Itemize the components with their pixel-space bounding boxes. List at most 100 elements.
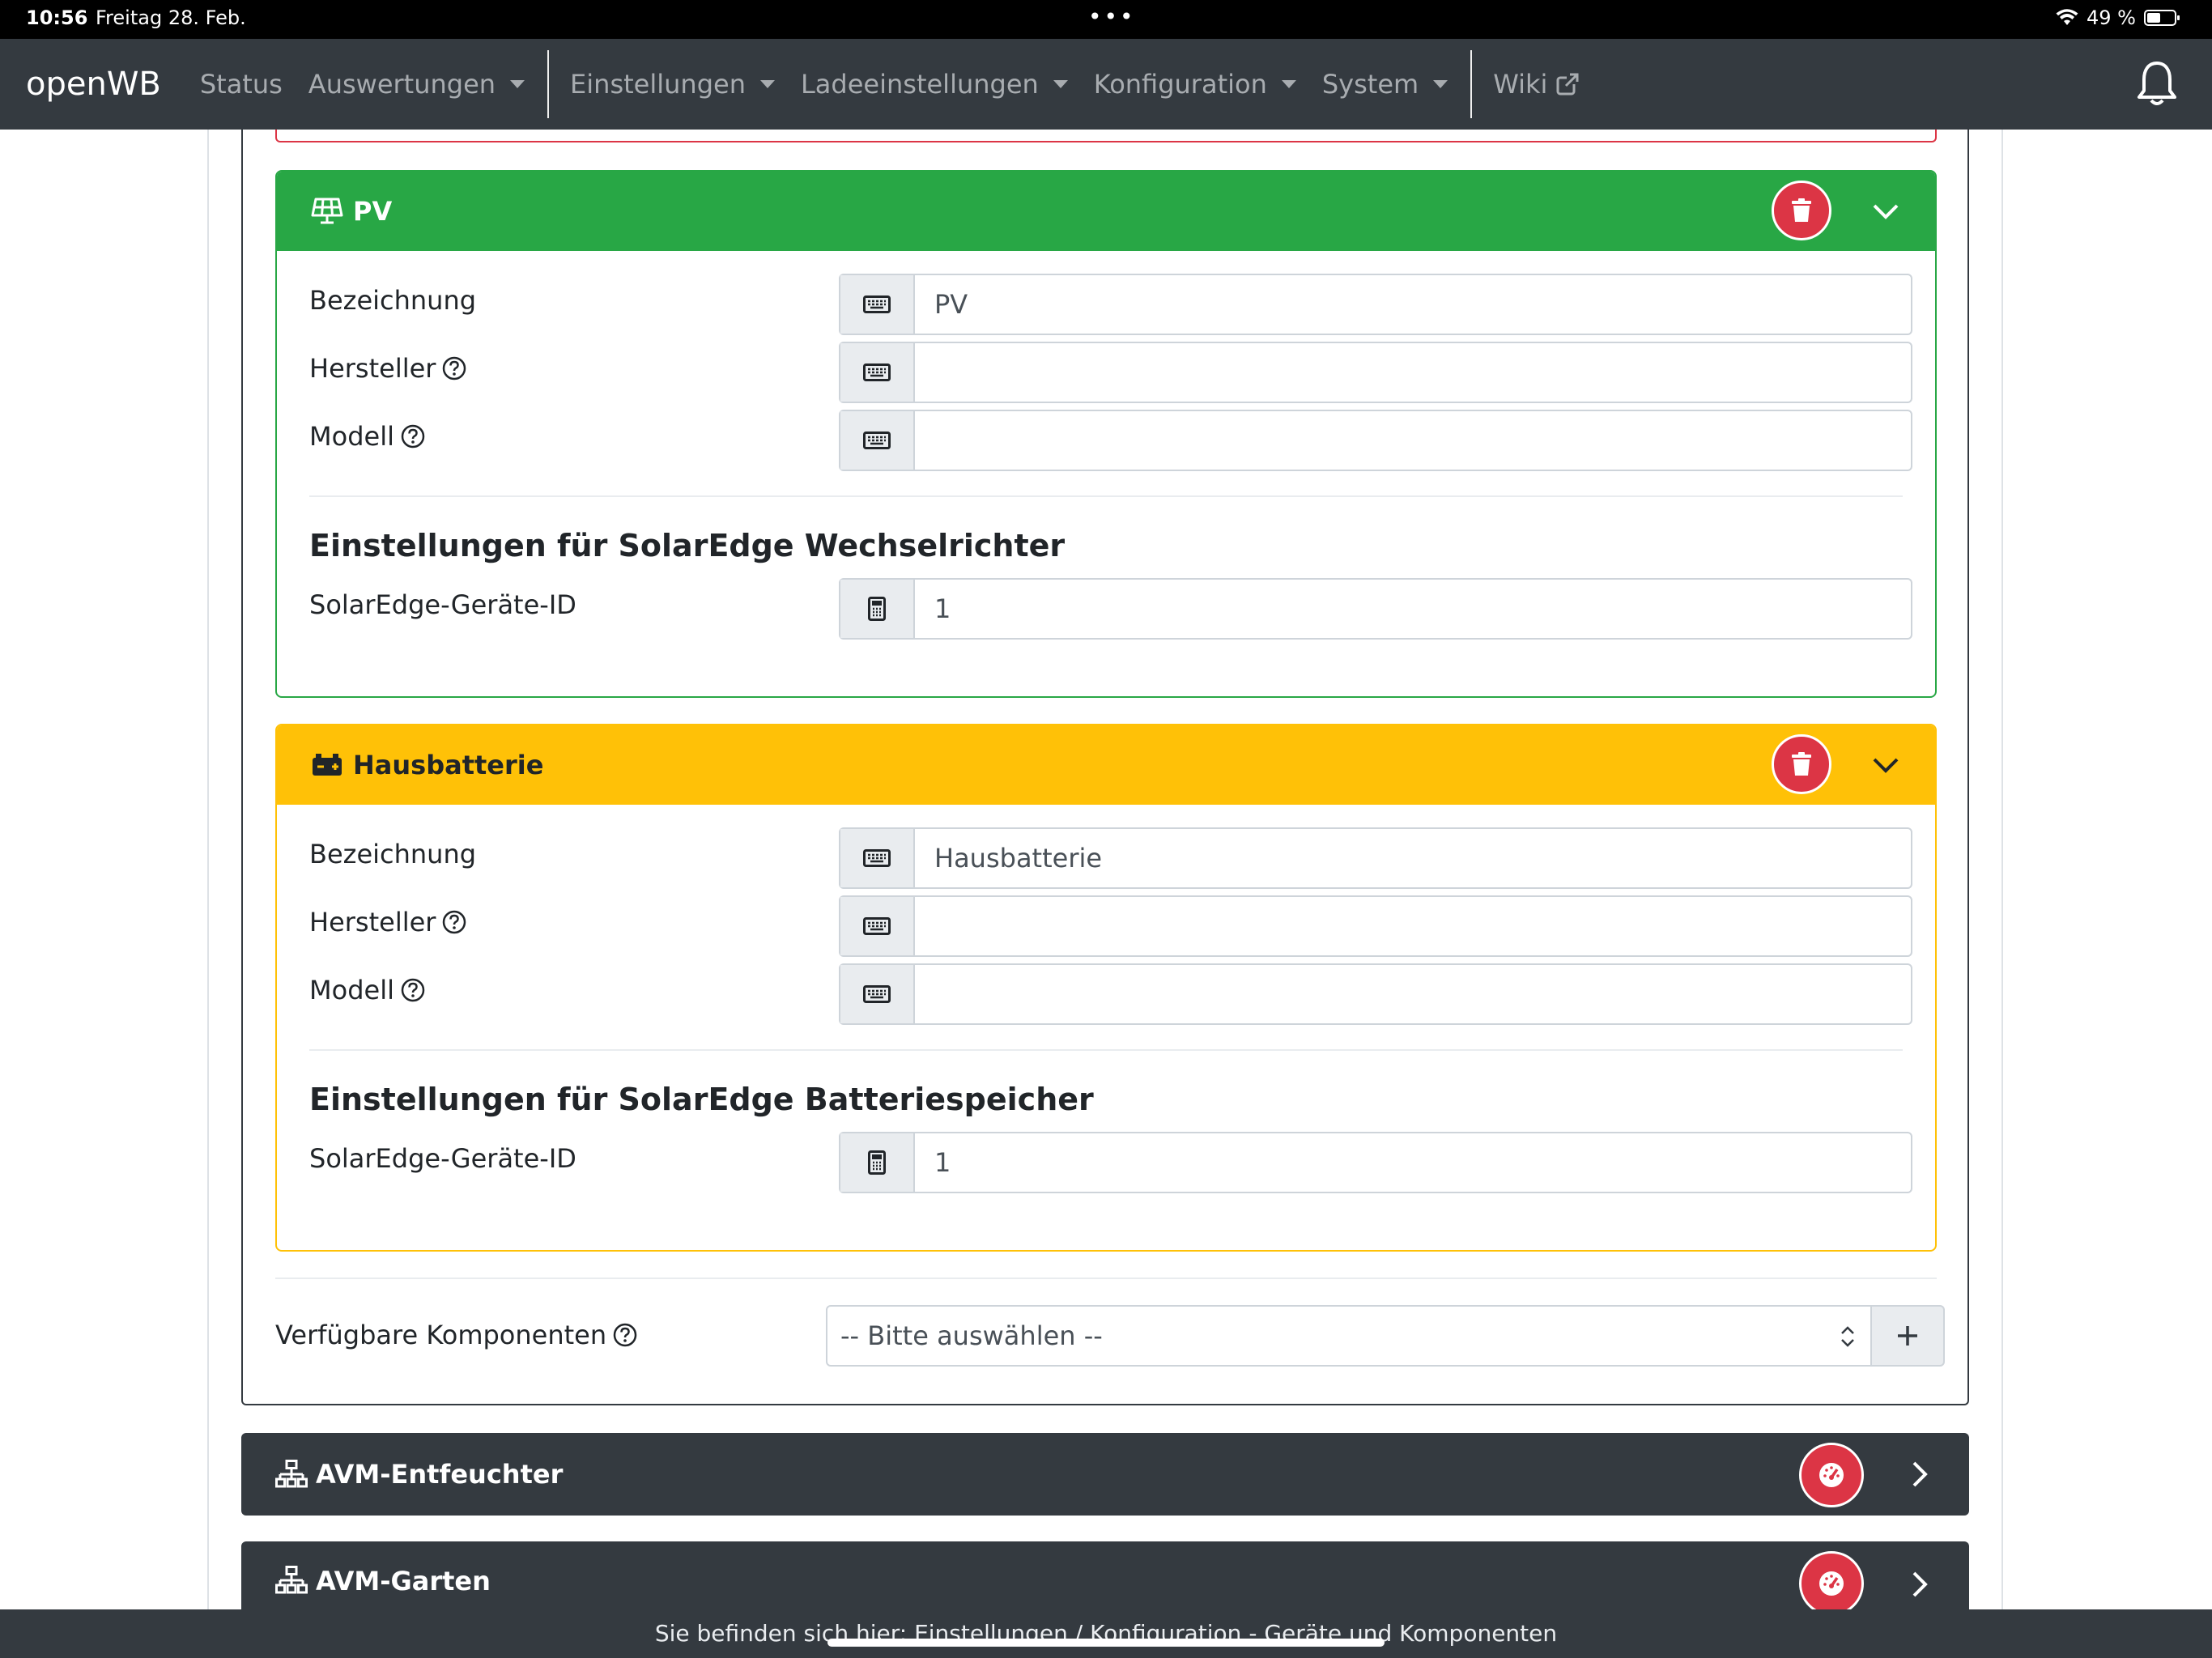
nav-ladeeinstellungen[interactable]: Ladeeinstellungen bbox=[801, 69, 1068, 100]
select-arrows-icon bbox=[1841, 1326, 1854, 1347]
component-card-hausbatterie: Hausbatterie Bezeichnung Hausbatterie He… bbox=[275, 724, 1937, 1252]
device-status-button[interactable] bbox=[1799, 1551, 1864, 1616]
input-value[interactable] bbox=[915, 897, 1911, 955]
status-time: 10:56 bbox=[26, 6, 88, 29]
field-label-text: Modell bbox=[309, 975, 394, 1005]
section-divider bbox=[309, 495, 1903, 497]
brand-logo[interactable]: openWB bbox=[26, 66, 161, 103]
component-title: PV bbox=[353, 196, 393, 227]
device-status-button[interactable] bbox=[1799, 1443, 1864, 1507]
field-row-hersteller: Hersteller bbox=[277, 335, 1935, 403]
input-value[interactable]: 1 bbox=[915, 580, 1911, 638]
input-value[interactable]: PV bbox=[915, 275, 1911, 334]
field-label: Bezeichnung bbox=[309, 285, 477, 316]
device-id-input[interactable]: 1 bbox=[839, 1132, 1912, 1193]
help-icon[interactable] bbox=[401, 424, 425, 449]
caret-down-icon bbox=[1433, 80, 1448, 88]
status-date: Freitag 28. Feb. bbox=[96, 6, 246, 29]
field-label: Modell bbox=[309, 975, 425, 1005]
bezeichnung-input[interactable]: PV bbox=[839, 274, 1912, 335]
calculator-icon bbox=[840, 580, 915, 638]
keyboard-icon bbox=[840, 965, 915, 1023]
component-header-hausbatterie[interactable]: Hausbatterie bbox=[277, 725, 1935, 805]
multitasking-dots-icon[interactable]: ••• bbox=[1088, 3, 1136, 30]
nav-system[interactable]: System bbox=[1322, 69, 1448, 100]
home-indicator[interactable] bbox=[827, 1639, 1385, 1647]
car-battery-icon bbox=[313, 754, 342, 776]
nav-einstellungen[interactable]: Einstellungen bbox=[570, 69, 775, 100]
bezeichnung-input[interactable]: Hausbatterie bbox=[839, 827, 1912, 889]
solar-panel-icon bbox=[311, 198, 343, 224]
nav-divider bbox=[1470, 50, 1473, 118]
tachometer-icon bbox=[1819, 1571, 1844, 1596]
component-header-pv[interactable]: PV bbox=[277, 172, 1935, 251]
calculator-icon bbox=[840, 1133, 915, 1192]
keyboard-icon bbox=[840, 275, 915, 334]
help-icon[interactable] bbox=[442, 356, 466, 380]
field-label-text: Modell bbox=[309, 421, 394, 452]
select-value: -- Bitte auswählen -- bbox=[840, 1320, 1103, 1351]
device-card-avm-garten[interactable]: AVM-Garten bbox=[241, 1541, 1969, 1616]
device-id-input[interactable]: 1 bbox=[839, 578, 1912, 640]
external-link-icon bbox=[1556, 73, 1580, 96]
breadcrumb-footer: Sie befinden sich hier: Einstellungen / … bbox=[0, 1609, 2212, 1658]
nav-status-label: Status bbox=[199, 69, 283, 100]
nav-konfiguration[interactable]: Konfiguration bbox=[1094, 69, 1296, 100]
input-value[interactable] bbox=[915, 343, 1911, 402]
chevron-right-icon[interactable] bbox=[1911, 1571, 1929, 1598]
caret-down-icon bbox=[1281, 80, 1296, 88]
field-label: SolarEdge-Geräte-ID bbox=[309, 589, 576, 620]
modell-input[interactable] bbox=[839, 410, 1912, 471]
hersteller-input[interactable] bbox=[839, 342, 1912, 403]
bell-icon[interactable] bbox=[2134, 60, 2180, 108]
device-title: AVM-Entfeuchter bbox=[316, 1459, 564, 1490]
hersteller-input[interactable] bbox=[839, 895, 1912, 957]
device-card-avm-entfeuchter[interactable]: AVM-Entfeuchter bbox=[241, 1433, 1969, 1516]
caret-down-icon bbox=[759, 80, 775, 88]
field-row-modell: Modell bbox=[277, 403, 1935, 471]
status-right: 49 % bbox=[2056, 6, 2180, 29]
chevron-down-icon[interactable] bbox=[1872, 756, 1899, 774]
field-row-bezeichnung: Bezeichnung PV bbox=[277, 267, 1935, 335]
keyboard-icon bbox=[840, 411, 915, 470]
help-icon[interactable] bbox=[613, 1323, 637, 1347]
battery-percent: 49 % bbox=[2087, 6, 2136, 29]
network-icon bbox=[275, 1566, 308, 1594]
nav-wiki[interactable]: Wiki bbox=[1493, 69, 1580, 100]
component-type-select[interactable]: -- Bitte auswählen -- bbox=[826, 1305, 1872, 1367]
delete-component-button[interactable] bbox=[1772, 181, 1831, 240]
help-icon[interactable] bbox=[401, 978, 425, 1002]
plus-icon bbox=[1898, 1326, 1917, 1346]
help-icon[interactable] bbox=[442, 910, 466, 934]
field-label: Hersteller bbox=[309, 353, 466, 384]
delete-component-button[interactable] bbox=[1772, 734, 1831, 794]
nav-wiki-label: Wiki bbox=[1493, 69, 1548, 100]
chevron-right-icon[interactable] bbox=[1911, 1460, 1929, 1488]
nav-status[interactable]: Status bbox=[200, 69, 283, 100]
section-divider bbox=[309, 1049, 1903, 1051]
section-divider bbox=[275, 1278, 1937, 1279]
add-component-button[interactable] bbox=[1870, 1305, 1945, 1367]
component-title: Hausbatterie bbox=[353, 750, 544, 780]
available-components-label-text: Verfügbare Komponenten bbox=[275, 1320, 607, 1350]
input-value[interactable] bbox=[915, 965, 1911, 1023]
keyboard-icon bbox=[840, 897, 915, 955]
field-label: SolarEdge-Geräte-ID bbox=[309, 1143, 576, 1174]
keyboard-icon bbox=[840, 829, 915, 887]
battery-icon bbox=[2144, 10, 2180, 26]
wifi-icon bbox=[2056, 9, 2078, 25]
nav-ladeeinstellungen-label: Ladeeinstellungen bbox=[800, 69, 1039, 100]
trash-icon bbox=[1792, 752, 1811, 776]
input-value[interactable] bbox=[915, 411, 1911, 470]
chevron-down-icon[interactable] bbox=[1872, 202, 1899, 220]
input-value[interactable]: 1 bbox=[915, 1133, 1911, 1192]
field-label: Bezeichnung bbox=[309, 839, 477, 869]
modell-input[interactable] bbox=[839, 963, 1912, 1025]
keyboard-icon bbox=[840, 343, 915, 402]
nav-konfiguration-label: Konfiguration bbox=[1093, 69, 1267, 100]
nav-auswertungen[interactable]: Auswertungen bbox=[308, 69, 525, 100]
field-row-device-id: SolarEdge-Geräte-ID 1 bbox=[277, 572, 1935, 640]
caret-down-icon bbox=[1053, 80, 1068, 88]
input-value[interactable]: Hausbatterie bbox=[915, 829, 1911, 887]
field-label: Modell bbox=[309, 421, 425, 452]
